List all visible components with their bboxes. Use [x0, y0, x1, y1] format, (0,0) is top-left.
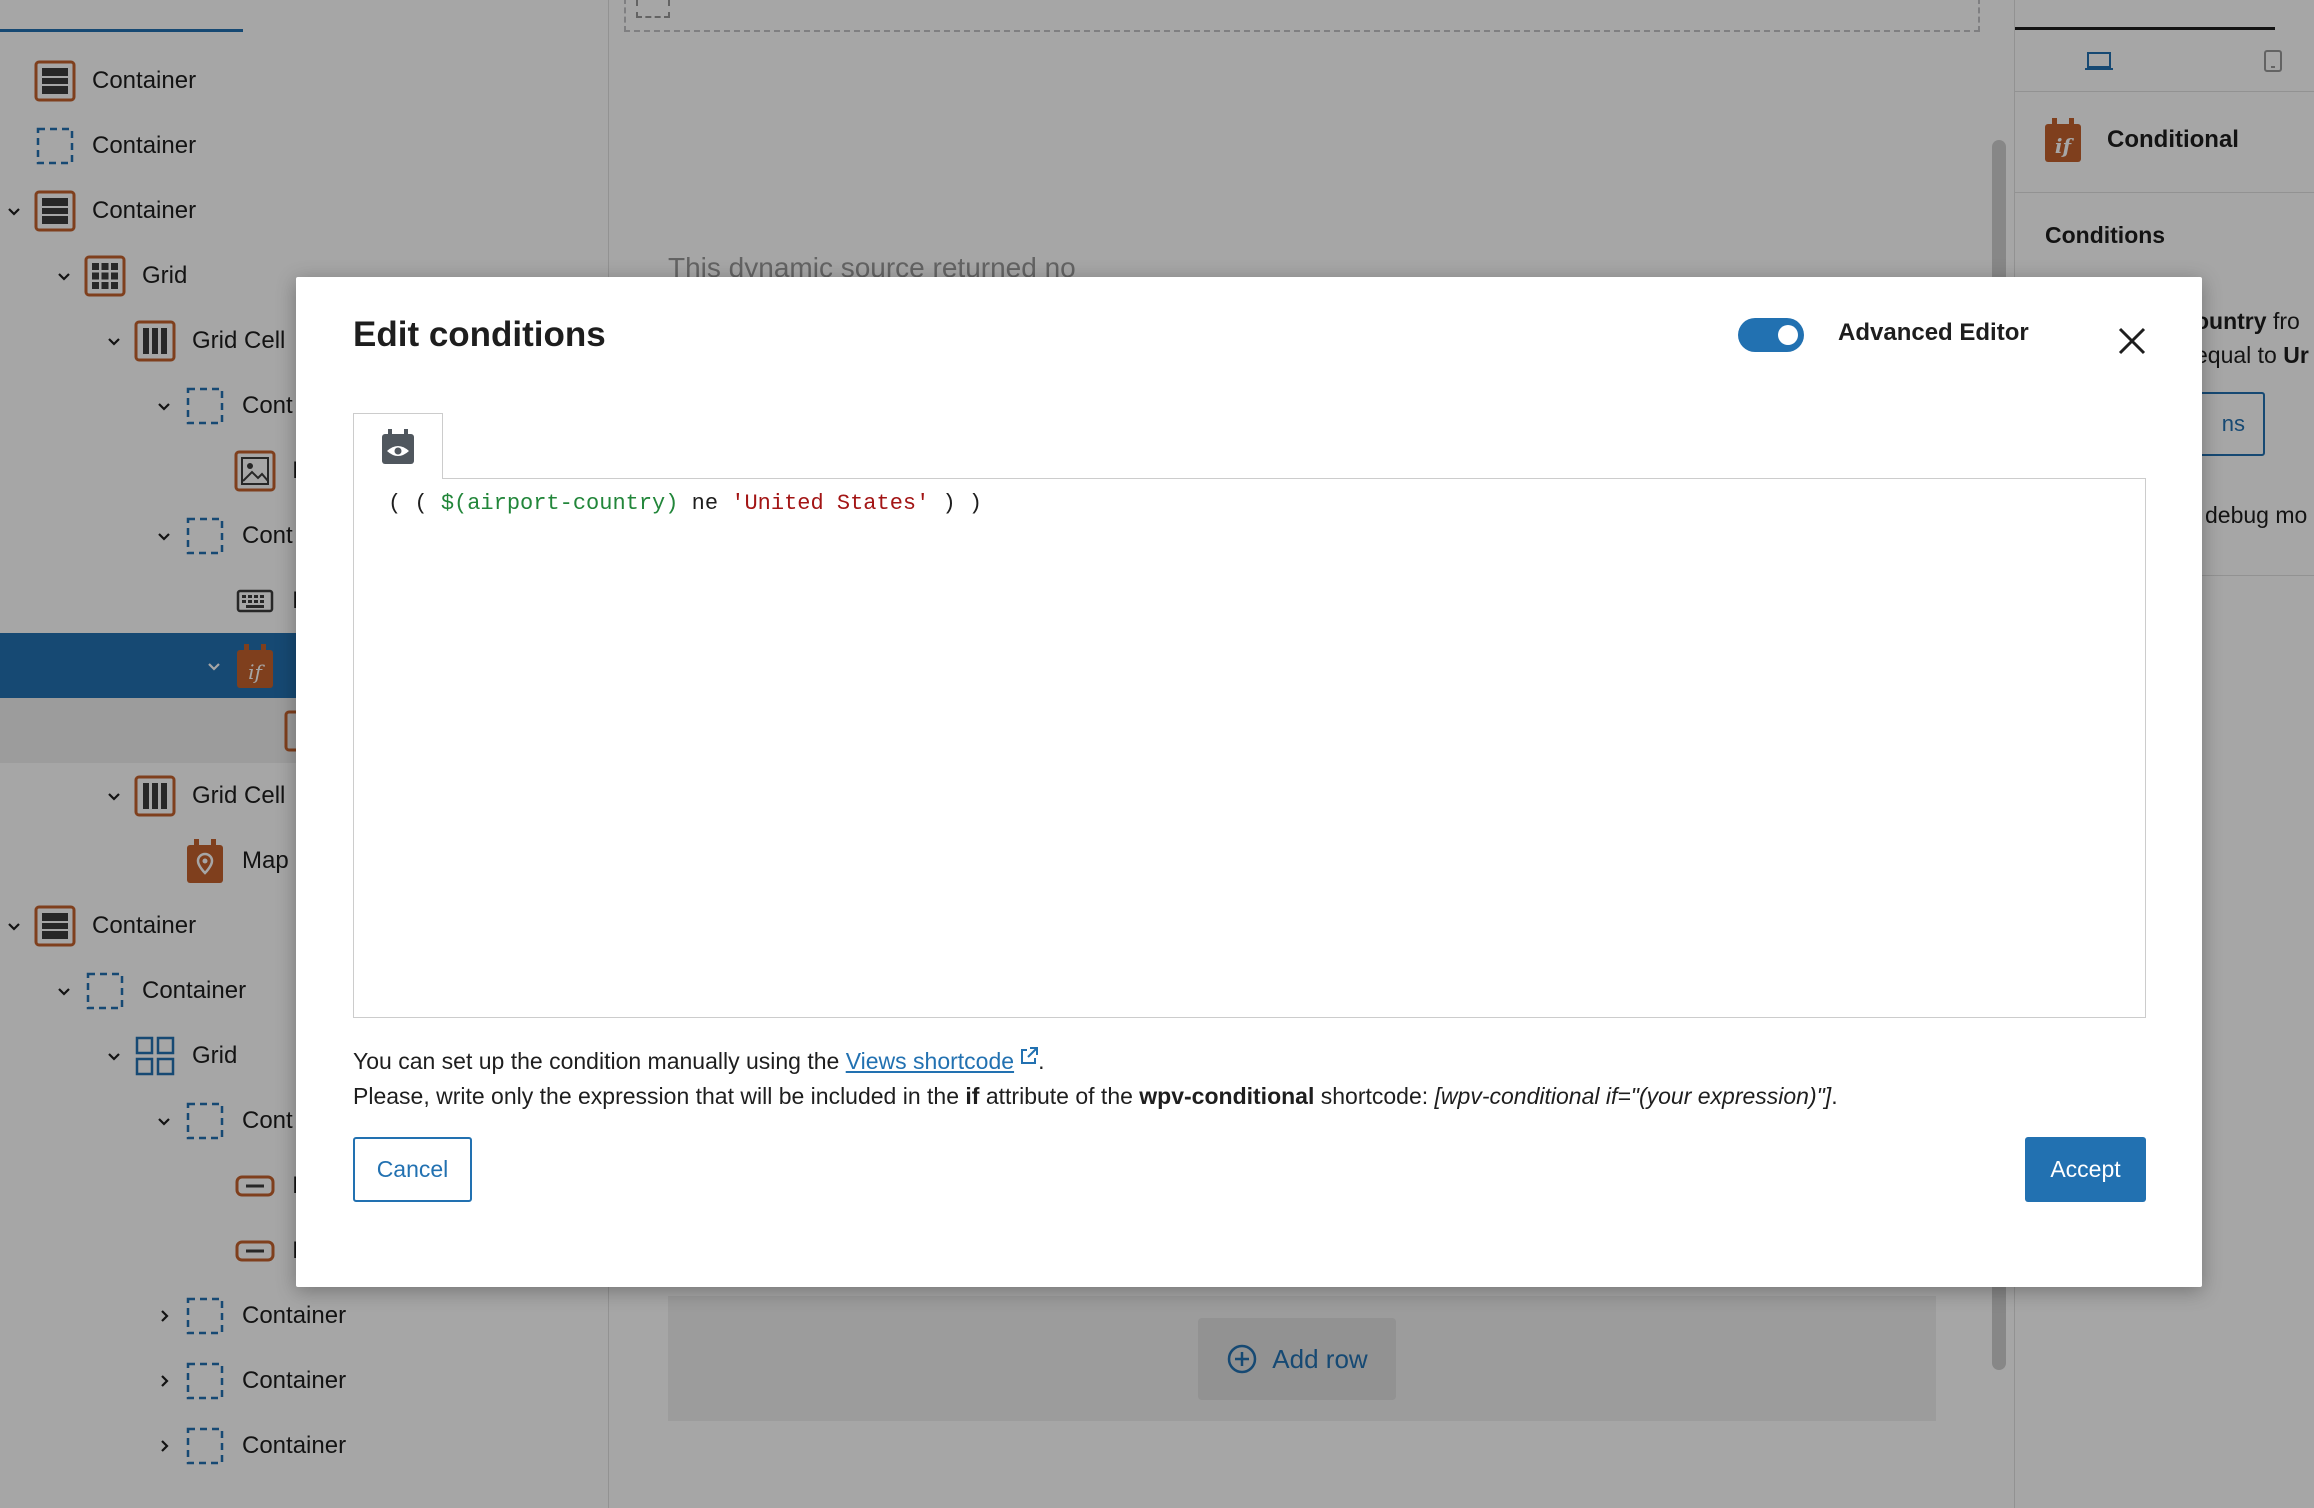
edit-conditions-modal: Edit conditions Advanced Editor ( ( $(ai…	[296, 277, 2202, 1287]
help-text-2b: attribute of the	[979, 1083, 1140, 1109]
advanced-editor-toggle[interactable]	[1738, 318, 1804, 352]
help-text-2d: .	[1831, 1083, 1838, 1109]
help-line-2: Please, write only the expression that w…	[353, 1079, 1838, 1114]
help-example: [wpv-conditional if="(your expression)"]	[1434, 1083, 1832, 1109]
expression-code[interactable]: ( ( $(airport-country) ne 'United States…	[388, 491, 982, 516]
preview-tab[interactable]	[353, 413, 443, 479]
calendar-eye-icon	[382, 428, 414, 464]
help-text-1-end: .	[1038, 1048, 1045, 1074]
close-icon[interactable]	[2112, 321, 2152, 361]
help-shortcode-name: wpv-conditional	[1139, 1083, 1315, 1109]
help-text: You can set up the condition manually us…	[353, 1044, 1838, 1114]
modal-title: Edit conditions	[353, 315, 606, 354]
external-link-icon[interactable]	[1020, 1047, 1039, 1065]
expression-editor[interactable]: ( ( $(airport-country) ne 'United States…	[353, 478, 2146, 1018]
help-text-2c: shortcode:	[1314, 1083, 1435, 1109]
advanced-editor-label: Advanced Editor	[1838, 319, 2029, 346]
code-string: 'United States'	[731, 491, 930, 516]
help-text-1: You can set up the condition manually us…	[353, 1048, 846, 1074]
help-line-1: You can set up the condition manually us…	[353, 1044, 1838, 1079]
help-text-2a: Please, write only the expression that w…	[353, 1083, 966, 1109]
views-shortcode-link[interactable]: Views shortcode	[846, 1048, 1014, 1074]
code-operator: ne	[678, 491, 732, 516]
code-variable: $(airport-country)	[440, 491, 679, 516]
accept-button[interactable]: Accept	[2025, 1137, 2146, 1202]
code-paren-close: ) )	[929, 491, 983, 516]
toggle-knob	[1778, 325, 1798, 345]
code-paren-open: ( (	[388, 491, 441, 516]
help-if-keyword: if	[965, 1083, 980, 1109]
cancel-button[interactable]: Cancel	[353, 1137, 472, 1202]
